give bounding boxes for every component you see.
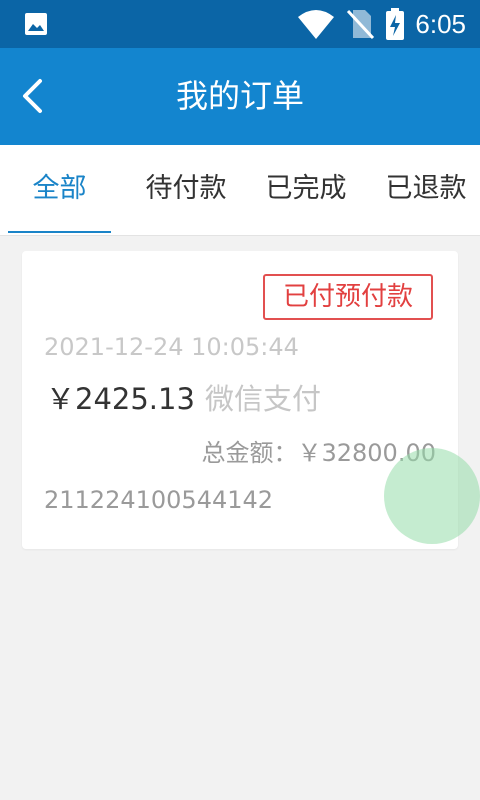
page-title: 我的订单	[175, 77, 304, 115]
image-icon	[25, 13, 47, 35]
payment-method: 微信支付	[204, 382, 321, 416]
status-bar: 6:05	[0, 0, 480, 48]
order-datetime: 2021-12-24 10:05:44	[44, 333, 299, 361]
order-number: 211224100544142	[44, 486, 274, 514]
total-label: 总金额：	[201, 439, 298, 467]
tab-all[interactable]: 全部	[8, 145, 111, 235]
wifi-icon	[298, 10, 335, 39]
paid-amount: ￥2425.13	[46, 382, 195, 416]
app-bar: 我的订单	[0, 48, 480, 145]
floating-action-button[interactable]	[384, 448, 480, 544]
order-tabs: 全部 待付款 已完成 已退款	[0, 145, 480, 236]
active-tab-indicator	[8, 231, 111, 233]
tab-completed[interactable]: 已完成	[246, 145, 366, 235]
tab-refunded[interactable]: 已退款	[366, 145, 480, 235]
payment-row: ￥2425.13 微信支付	[46, 376, 321, 416]
no-sim-icon	[347, 9, 375, 40]
order-status-badge: 已付预付款	[263, 274, 433, 320]
tab-pending-payment[interactable]: 待付款	[126, 145, 246, 235]
battery-charging-icon	[386, 8, 405, 40]
clock: 6:05	[415, 8, 466, 39]
